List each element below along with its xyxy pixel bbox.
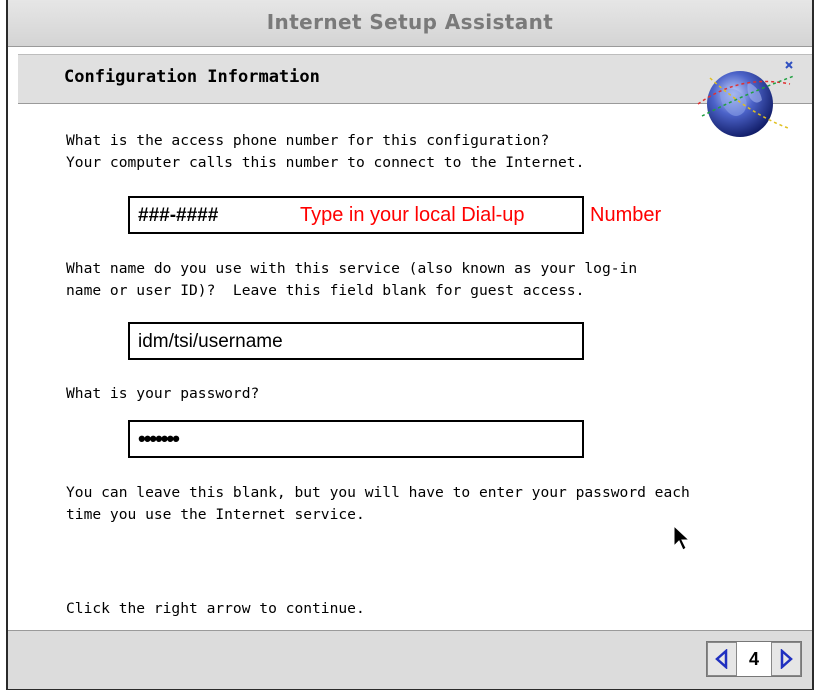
- mouse-pointer-icon: [673, 524, 691, 551]
- left-arrow-icon: [715, 649, 728, 669]
- password-value: •••••••: [138, 426, 180, 451]
- continue-instructions: Click the right arrow to continue.: [66, 600, 365, 617]
- right-arrow-icon: [780, 649, 793, 669]
- globe-icon: [697, 61, 795, 137]
- title-bar[interactable]: Internet Setup Assistant: [8, 0, 812, 47]
- password-note: You can leave this blank, but you will h…: [66, 484, 690, 523]
- phone-hint-continuation: Number: [590, 204, 662, 226]
- next-button[interactable]: [771, 642, 801, 676]
- footer-bar: 4: [8, 630, 812, 689]
- password-field[interactable]: •••••••: [128, 420, 584, 458]
- phone-number-value: ###-####: [138, 205, 219, 226]
- page-number: 4: [737, 642, 771, 676]
- setup-assistant-window: Internet Setup Assistant Configuration I…: [6, 0, 814, 690]
- previous-button[interactable]: [707, 642, 737, 676]
- password-question: What is your password?: [66, 385, 260, 402]
- username-question: What name do you use with this service (…: [66, 260, 638, 299]
- phone-hint-text: Type in your local Dial-up: [300, 204, 525, 226]
- username-value: idm/tsi/username: [138, 331, 283, 352]
- phone-question: What is the access phone number for this…: [66, 132, 585, 171]
- phone-number-field[interactable]: ###-#### Type in your local Dial-up: [128, 196, 584, 234]
- window-title: Internet Setup Assistant: [266, 10, 554, 34]
- section-title: Configuration Information: [64, 67, 320, 87]
- page-navigation: 4: [706, 641, 802, 677]
- username-field[interactable]: idm/tsi/username: [128, 322, 584, 360]
